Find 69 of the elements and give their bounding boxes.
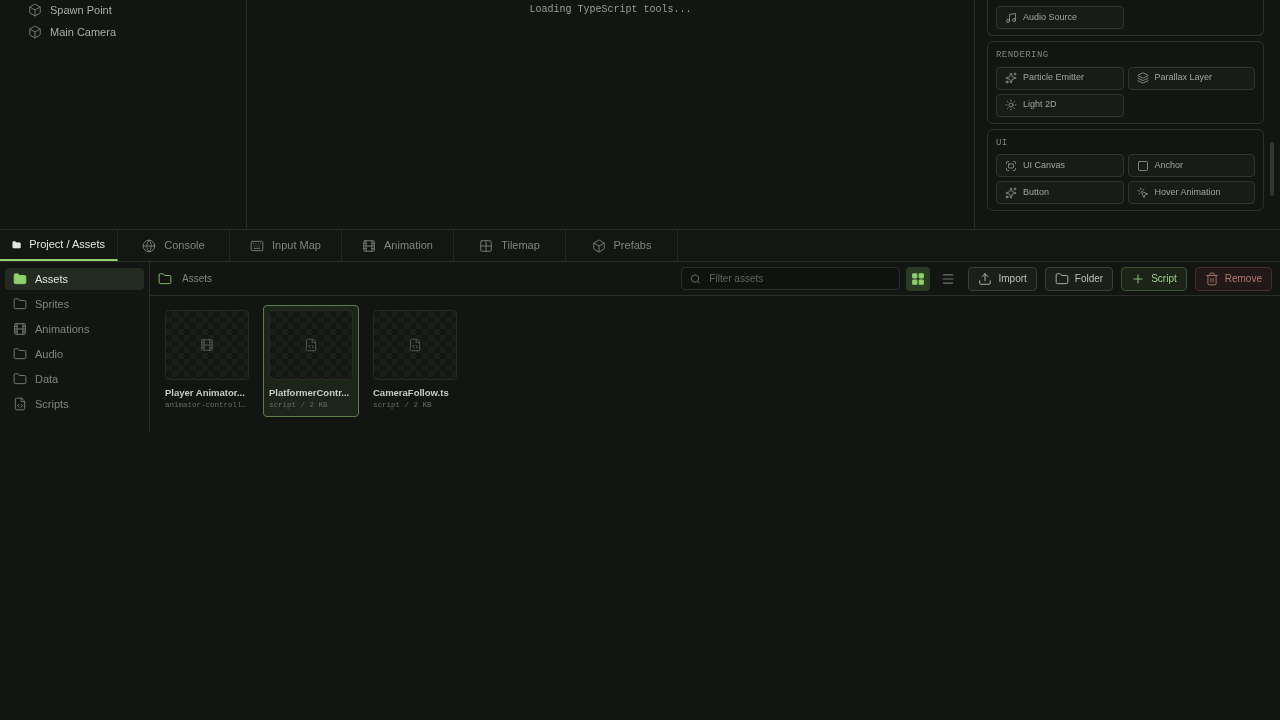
upload-icon <box>978 271 993 286</box>
square-icon <box>1136 159 1149 172</box>
code-file-icon <box>304 338 318 352</box>
panel-tab[interactable]: Prefabs <box>566 230 678 261</box>
search-icon <box>690 272 702 285</box>
toolbar-button[interactable]: Import <box>968 266 1037 291</box>
breadcrumb[interactable]: Assets <box>182 271 212 286</box>
component-button[interactable]: Parallax Layer <box>1127 66 1255 90</box>
film-icon <box>200 338 214 352</box>
folder-icon <box>13 372 27 386</box>
panel-tab[interactable]: Console <box>118 230 230 261</box>
toolbar-button[interactable]: Folder <box>1044 266 1114 291</box>
panel-tab[interactable]: Animation <box>342 230 454 261</box>
folder-item[interactable]: Scripts <box>5 393 144 415</box>
list-icon <box>941 271 956 286</box>
globe-icon <box>142 238 157 253</box>
asset-name: Player Animator... <box>165 386 246 400</box>
filter-field[interactable]: Filter assets <box>681 267 901 290</box>
cube-icon <box>28 3 42 17</box>
toolbar-button[interactable]: Remove <box>1194 266 1272 291</box>
folder-item[interactable]: Sprites <box>5 293 144 315</box>
sparkle-icon <box>1005 72 1017 84</box>
grid-view-button[interactable] <box>906 266 931 291</box>
toolbar-button[interactable]: Script <box>1121 266 1187 291</box>
trash-icon <box>1204 271 1219 286</box>
component-button[interactable]: UI Canvas <box>996 154 1124 177</box>
component-button[interactable]: Hover Animation <box>1127 181 1255 204</box>
scrollbar[interactable] <box>1270 142 1274 196</box>
film-icon <box>362 238 377 253</box>
code-file-icon <box>408 338 422 352</box>
plus-icon <box>1131 271 1146 286</box>
component-button[interactable]: Particle Emitter <box>996 66 1124 90</box>
cube-icon <box>28 25 42 39</box>
asset-name: CameraFollow.ts <box>373 386 450 400</box>
folder-icon <box>13 297 27 311</box>
hierarchy-item[interactable]: Spawn Point <box>50 1 112 19</box>
panel-tab[interactable]: Tilemap <box>454 230 566 261</box>
folder-icon <box>1054 271 1069 286</box>
folder-icon <box>158 271 172 286</box>
section-title: RENDERING <box>996 49 1050 62</box>
sparkle-icon <box>1005 186 1017 199</box>
folder-item[interactable]: Data <box>5 368 144 390</box>
frame-icon <box>1005 159 1017 172</box>
music-note-icon <box>1005 11 1017 24</box>
filter-input[interactable]: Filter assets <box>709 271 892 286</box>
component-button[interactable]: Audio Source <box>996 6 1124 29</box>
code-file-icon <box>13 397 27 411</box>
folder-icon <box>13 272 27 286</box>
cube-icon <box>591 238 606 253</box>
panel-tab[interactable]: Input Map <box>230 230 342 261</box>
folder-icon <box>13 347 27 361</box>
keyboard-icon <box>250 238 265 253</box>
hierarchy-item[interactable]: Main Camera <box>50 23 117 41</box>
component-button[interactable]: Anchor <box>1127 154 1255 177</box>
sun-icon <box>1005 99 1017 111</box>
folder-item[interactable]: Audio <box>5 343 144 365</box>
grid-icon <box>479 238 494 253</box>
layers-icon <box>1136 72 1149 84</box>
asset-name: PlatformerContr... <box>269 386 351 400</box>
loading-message: Loading TypeScript tools... <box>529 3 692 16</box>
grid-icon <box>911 271 926 286</box>
film-icon <box>13 322 27 336</box>
panel-tab[interactable]: Project / Assets <box>0 230 118 261</box>
section-title: UI <box>996 136 1009 150</box>
folder-item[interactable]: Animations <box>5 318 144 340</box>
component-button[interactable]: Light 2D <box>996 93 1124 117</box>
pointer-click-icon <box>1136 186 1149 199</box>
folder-item[interactable]: Assets <box>5 268 144 290</box>
component-button[interactable]: Button <box>996 181 1124 204</box>
